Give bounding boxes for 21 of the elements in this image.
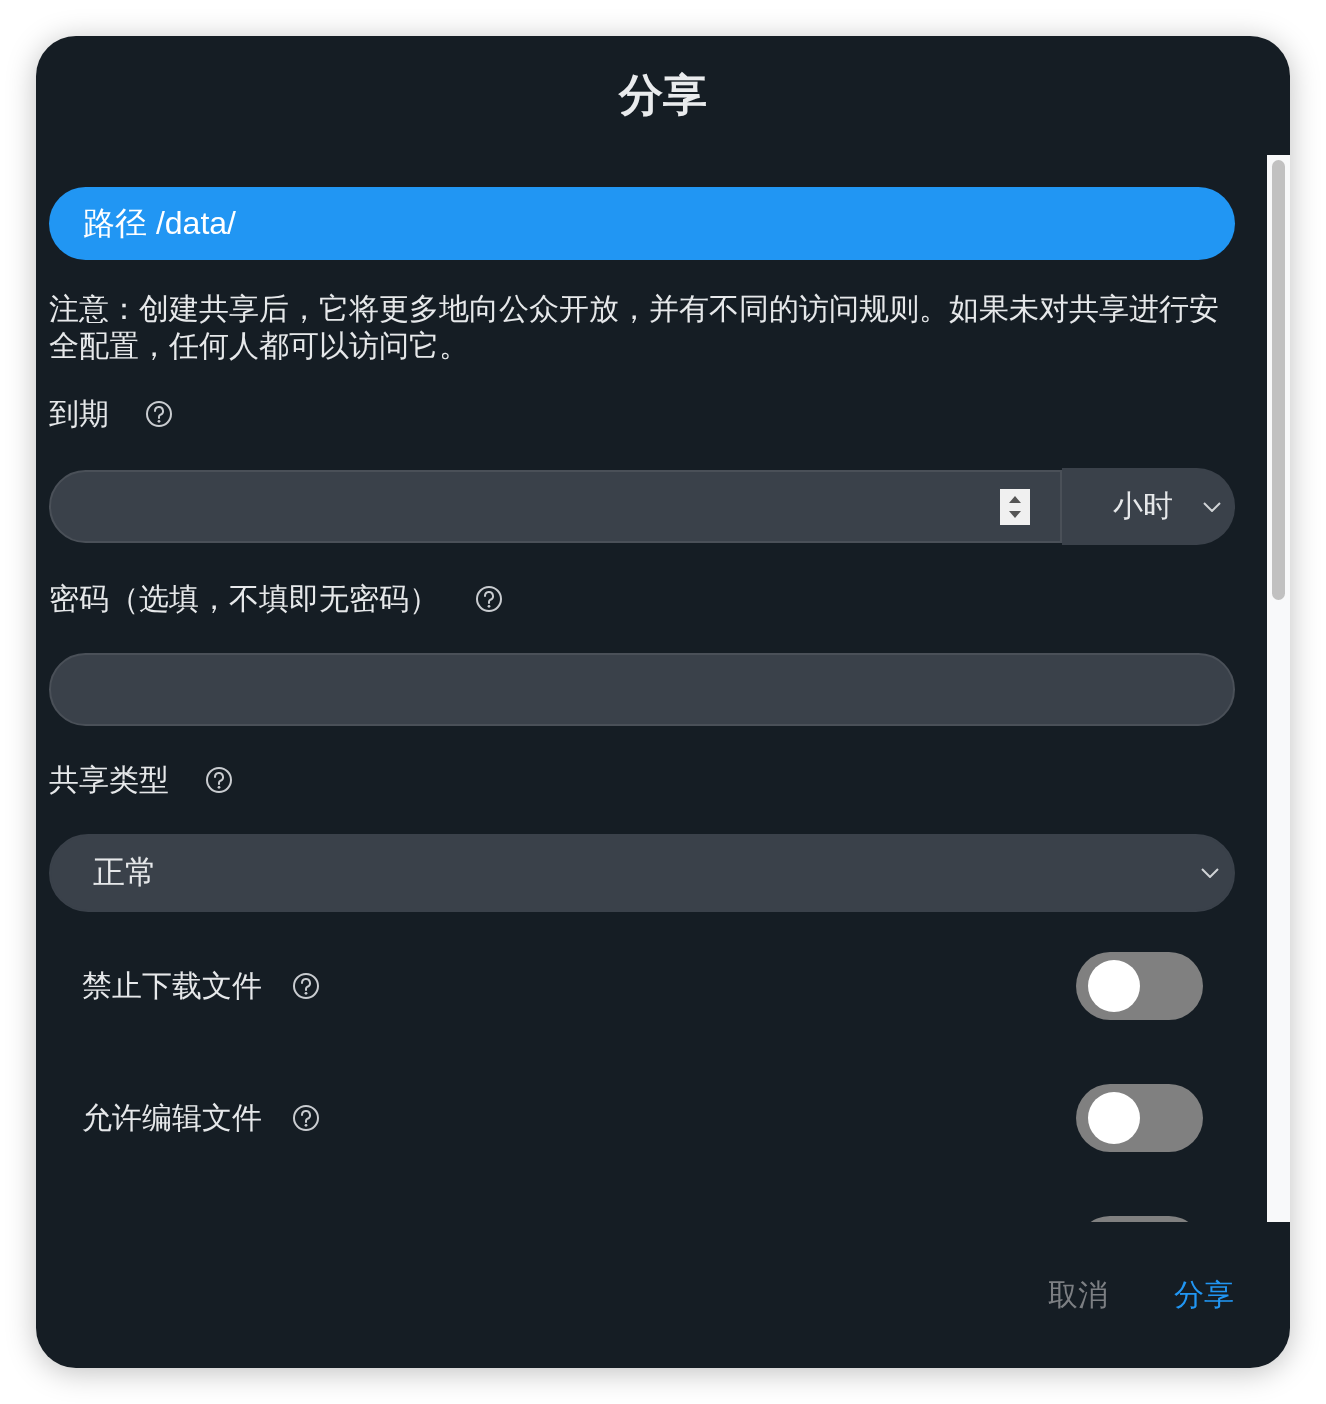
help-icon[interactable] [292, 1104, 320, 1132]
type-select[interactable]: 正常 [49, 834, 1235, 912]
unit-select[interactable]: 小时 [1062, 468, 1235, 545]
field-label: 到期 [49, 395, 109, 432]
field-label: 密码（选填，不填即无密码） [49, 580, 439, 617]
toggle-label: 禁止下载文件 [82, 967, 262, 1004]
help-icon[interactable] [475, 585, 503, 613]
help-icon[interactable] [145, 400, 173, 428]
toggle-label: 允许编辑文件 [82, 1099, 262, 1136]
field-label: 共享类型 [49, 761, 169, 798]
help-icon[interactable] [292, 972, 320, 1000]
number-field[interactable] [49, 470, 1062, 543]
chevron-down-icon [1201, 868, 1219, 878]
notice-text: 注意：创建共享后，它将更多地向公众开放，并有不同的访问规则。如果未对共享进行安全配置，任何人都可以访问它。 [49, 291, 1220, 364]
chevron-down-icon [1203, 501, 1221, 512]
share-button[interactable]: 分享 [1174, 1274, 1234, 1316]
path-banner: 路径 /data/ [49, 187, 1235, 260]
scrollbar-thumb[interactable] [1272, 160, 1285, 600]
dialog-title: 分享 [617, 69, 708, 121]
help-icon[interactable] [205, 766, 233, 794]
cancel-button[interactable]: 取消 [1048, 1274, 1108, 1316]
